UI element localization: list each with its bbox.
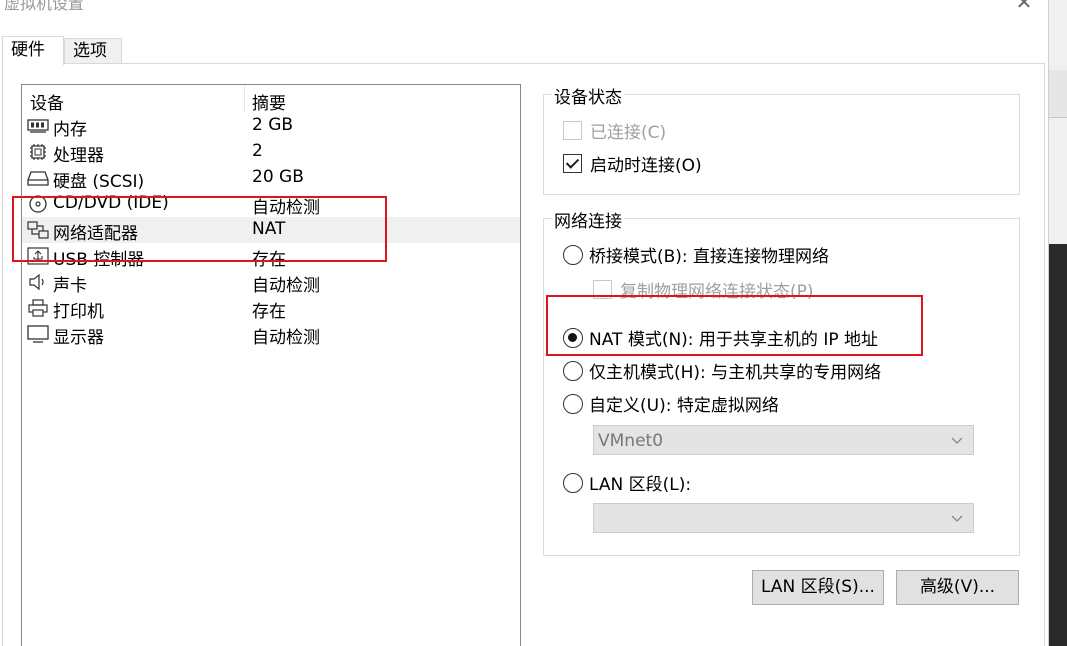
hard-disk-icon: [27, 171, 49, 186]
lan-segment-radio[interactable]: LAN 区段(L):: [563, 470, 691, 495]
device-row-processor[interactable]: 处理器 2: [22, 139, 520, 166]
device-row-sound-card[interactable]: 声卡 自动检测: [22, 269, 520, 296]
radio-circle[interactable]: [563, 393, 583, 414]
connected-checkbox[interactable]: 已连接(C): [563, 118, 666, 143]
column-separator[interactable]: [244, 85, 245, 113]
column-header-device[interactable]: 设备: [30, 89, 64, 114]
connect-at-power-on-checkbox[interactable]: 启动时连接(O): [563, 151, 702, 176]
advanced-button[interactable]: 高级(V)...: [896, 570, 1019, 605]
radio-circle[interactable]: [563, 244, 583, 265]
device-name: 内存: [53, 120, 87, 140]
network-connection-title: 网络连接: [552, 207, 624, 232]
chevron-down-icon: [951, 437, 963, 444]
bridged-mode-label: 桥接模式(B): 直接连接物理网络: [589, 247, 830, 267]
custom-network-label: 自定义(U): 特定虚拟网络: [589, 396, 779, 416]
lan-segment-select[interactable]: [593, 503, 974, 533]
device-summary: 存在: [252, 302, 286, 322]
checkbox-box[interactable]: [563, 154, 582, 173]
annotation-box-network-adapter: [12, 196, 387, 262]
tab-options[interactable]: 选项: [64, 38, 122, 64]
device-list: 设备 摘要 内存 2 GB 处理器 2 硬盘 (SCSI) 20 GB CD/D…: [21, 84, 521, 646]
window-title: 虚拟机设置: [4, 0, 85, 13]
custom-network-value: VMnet0: [598, 431, 664, 451]
lan-segments-button[interactable]: LAN 区段(S)...: [752, 570, 884, 605]
cpu-icon: [30, 144, 46, 160]
monitor-icon: [27, 325, 49, 343]
device-row-printer[interactable]: 打印机 存在: [22, 295, 520, 322]
column-header-summary[interactable]: 摘要: [252, 89, 286, 114]
device-summary: 2 GB: [252, 115, 294, 135]
chevron-down-icon: [951, 515, 963, 522]
device-summary: 20 GB: [252, 167, 304, 187]
device-summary: 自动检测: [252, 276, 320, 296]
background-dark-area: [1049, 244, 1067, 646]
device-name: 打印机: [53, 302, 104, 322]
background-panel: [1049, 70, 1067, 118]
printer-icon: [28, 299, 48, 317]
device-name: 硬盘 (SCSI): [53, 172, 145, 192]
check-icon: [565, 155, 580, 169]
list-header: 设备 摘要: [22, 85, 520, 114]
checkbox-box[interactable]: [563, 121, 582, 140]
device-status-group: 设备状态: [543, 83, 1020, 195]
device-name: 声卡: [53, 276, 87, 296]
device-row-hard-disk[interactable]: 硬盘 (SCSI) 20 GB: [22, 165, 520, 192]
connect-at-power-on-label: 启动时连接(O): [590, 156, 702, 176]
speaker-icon: [29, 273, 44, 291]
host-only-label: 仅主机模式(H): 与主机共享的专用网络: [589, 363, 882, 383]
connected-label: 已连接(C): [590, 123, 667, 143]
lan-segment-label: LAN 区段(L):: [589, 475, 692, 495]
annotation-box-nat-mode: [546, 295, 923, 356]
custom-network-radio[interactable]: 自定义(U): 特定虚拟网络: [563, 391, 779, 416]
device-name: 显示器: [53, 328, 104, 348]
close-icon[interactable]: ✕: [1008, 0, 1040, 16]
tab-hardware[interactable]: 硬件: [2, 36, 64, 65]
vm-settings-window: 虚拟机设置 ✕ 硬件 选项 设备 摘要 内存 2 GB 处理器 2 硬盘 (SC…: [0, 0, 1048, 646]
custom-network-select[interactable]: VMnet0: [593, 425, 974, 455]
radio-circle[interactable]: [563, 360, 583, 381]
device-name: 处理器: [53, 146, 104, 166]
device-status-title: 设备状态: [552, 83, 624, 108]
radio-circle[interactable]: [563, 472, 583, 493]
device-summary: 2: [252, 141, 263, 161]
bridged-mode-radio[interactable]: 桥接模式(B): 直接连接物理网络: [563, 242, 829, 267]
memory-icon: [27, 119, 49, 133]
device-row-display[interactable]: 显示器 自动检测: [22, 321, 520, 348]
device-summary: 自动检测: [252, 328, 320, 348]
host-only-radio[interactable]: 仅主机模式(H): 与主机共享的专用网络: [563, 358, 881, 383]
device-row-memory[interactable]: 内存 2 GB: [22, 113, 520, 140]
